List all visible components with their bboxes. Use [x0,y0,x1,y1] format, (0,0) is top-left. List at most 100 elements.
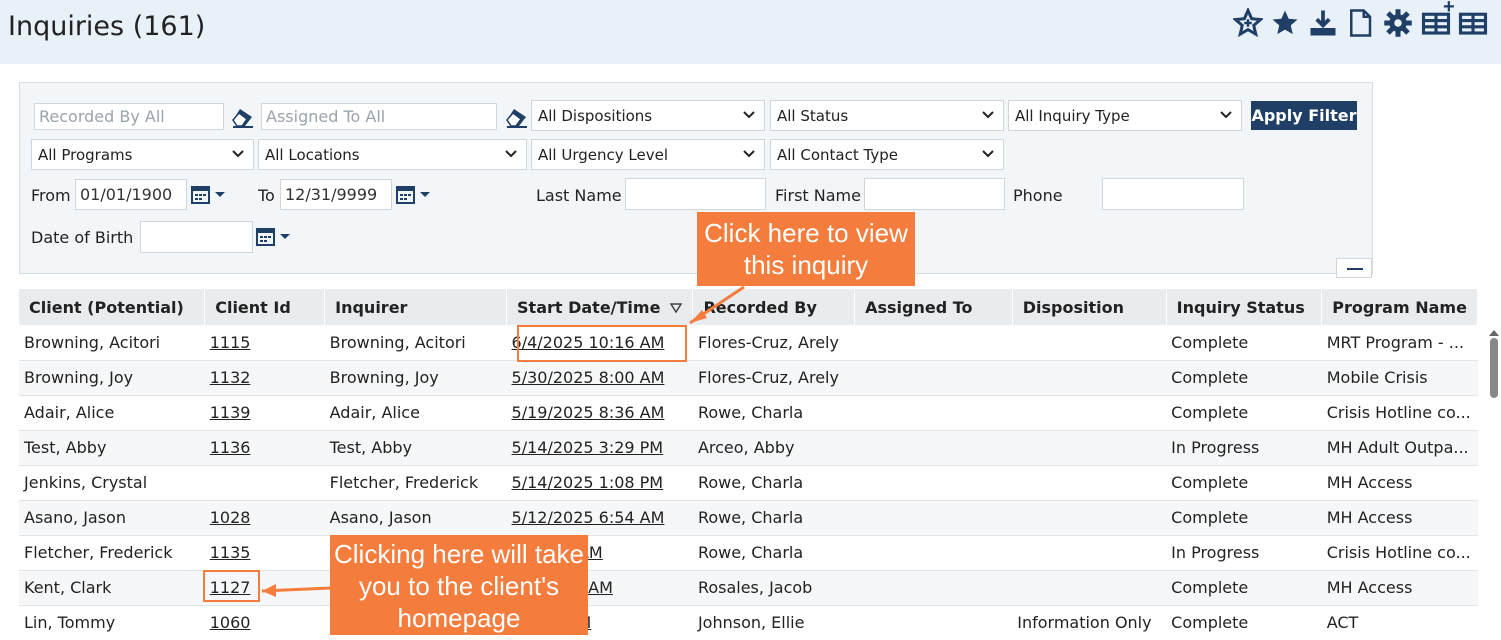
document-icon[interactable] [1345,8,1375,38]
scroll-up-arrow[interactable] [1489,330,1499,336]
table-cell [1012,500,1167,536]
table-cell: 5/12/2025 6:54 AM [506,500,693,536]
eraser-icon[interactable] [231,106,255,128]
programs-select[interactable]: All Programs [31,139,254,170]
assigned-to-input[interactable] [261,103,497,130]
table-cell: 1115 [204,325,325,361]
eraser-icon[interactable] [505,106,529,128]
table-cell [854,325,1013,361]
table-cell: Fletcher, Frederick [19,535,205,571]
table-cell [1012,465,1167,501]
start-date-link[interactable]: 5/12/2025 6:54 AM [512,508,665,527]
start-date-link[interactable]: 5/14/2025 1:08 PM [512,473,664,492]
contact-type-value: All Contact Type [777,146,898,164]
column-header-label: Start Date/Time [517,297,661,317]
table-cell: Kent, Clark [19,570,205,606]
vertical-scrollbar[interactable] [1490,338,1498,398]
contact-type-select[interactable]: All Contact Type [770,139,1004,170]
table-row[interactable]: Fletcher, Frederick113525 7:40 AMRowe, C… [19,535,1478,571]
download-icon[interactable] [1308,8,1338,38]
client-id-link[interactable]: 1136 [210,438,251,457]
callout-client-homepage: Clicking here will take you to the clien… [330,535,588,635]
client-id-link[interactable]: 1132 [210,368,251,387]
urgency-value: All Urgency Level [538,146,668,164]
client-id-link[interactable]: 1139 [210,403,251,422]
table-row[interactable]: Browning, Joy 1132 Browning, Joy 5/30/2025 … [19,360,1478,396]
table-cell [854,360,1013,396]
start-date-link[interactable]: 5/14/2025 3:29 PM [512,438,664,457]
table-cell: Flores-Cruz, Arely [692,360,855,396]
table-header-row: Client (Potential) Client Id Inquirer St… [19,289,1478,325]
column-header[interactable]: Inquirer [324,289,508,325]
table-cell: Lin, Tommy [19,605,205,640]
collapse-filter-button[interactable] [1336,258,1372,278]
start-date-link[interactable]: 5/30/2025 8:00 AM [512,368,665,387]
table-row[interactable]: Lin, Tommy10605 4:32 PMJohnson, EllieInf… [19,605,1478,640]
dob-input[interactable] [140,221,253,253]
table-cell: 5/14/2025 1:08 PM [506,465,693,501]
last-name-label: Last Name [536,186,622,205]
table-cell: In Progress [1166,535,1322,571]
dispositions-value: All Dispositions [538,107,653,125]
start-date-link[interactable]: 5/19/2025 8:36 AM [512,403,665,422]
table-row[interactable]: Adair, Alice 1139 Adair, Alice 5/19/2025 8:… [19,395,1478,431]
chevron-down-icon [743,111,755,119]
sort-desc-icon[interactable] [670,303,683,313]
column-header-start-date[interactable]: Start Date/Time [506,289,694,325]
phone-input[interactable] [1102,178,1244,210]
client-id-link[interactable]: 1028 [210,508,251,527]
table-cell [204,465,325,501]
column-header[interactable]: Recorded By [692,289,856,325]
from-label: From [31,186,71,205]
column-header[interactable]: Client (Potential) [19,289,206,325]
column-header[interactable]: Client Id [204,289,326,325]
table-cell: Jenkins, Crystal [19,465,205,501]
column-header[interactable]: Program Name [1321,289,1478,325]
favorite-star-icon[interactable] [1270,8,1300,38]
table-cell: 1028 [204,500,325,536]
add-favorite-icon[interactable] [1233,8,1263,38]
table-row[interactable]: Asano, Jason 1028 Asano, Jason 5/12/2025 6:… [19,500,1478,536]
locations-select[interactable]: All Locations [258,139,527,170]
table-cell: Asano, Jason [19,500,205,536]
table-cell: MH Access [1321,500,1478,536]
recorded-by-input[interactable] [34,103,224,130]
calendar-icon[interactable] [190,184,226,206]
inquiry-type-select[interactable]: All Inquiry Type [1008,100,1242,131]
column-header[interactable]: Disposition [1012,289,1167,325]
locations-value: All Locations [265,146,360,164]
add-grid-icon[interactable] [1458,8,1488,38]
calendar-icon[interactable] [395,184,431,206]
from-date-input[interactable] [75,179,187,210]
table-cell: Browning, Acitori [324,325,507,361]
client-id-link[interactable]: 1060 [210,613,251,632]
status-select[interactable]: All Status [770,100,1004,131]
urgency-select[interactable]: All Urgency Level [531,139,765,170]
dispositions-select[interactable]: All Dispositions [531,100,765,131]
last-name-input[interactable] [625,178,766,210]
callout-view-inquiry: Click here to view this inquiry [697,212,915,286]
table-cell: 1139 [204,395,325,431]
first-name-input[interactable] [864,178,1005,210]
to-date-input[interactable] [280,179,392,210]
table-cell [854,395,1013,431]
client-id-link[interactable]: 1115 [210,333,251,352]
table-cell: 1136 [204,430,325,466]
table-cell: Asano, Jason [324,500,507,536]
calendar-icon[interactable] [255,226,291,248]
apply-filter-button[interactable]: Apply Filter [1251,101,1357,130]
settings-gear-icon[interactable] [1383,8,1413,38]
inquiry-type-value: All Inquiry Type [1015,107,1130,125]
table-cell: In Progress [1166,430,1322,466]
table-cell: Crisis Hotline co... [1321,395,1478,431]
dob-label: Date of Birth [31,228,134,247]
highlight-box [203,570,260,602]
table-cell: MH Access [1321,465,1478,501]
client-id-link[interactable]: 1135 [210,543,251,562]
column-header[interactable]: Assigned To [854,289,1013,325]
table-cell: Fletcher, Frederick [324,465,507,501]
column-header[interactable]: Inquiry Status [1166,289,1323,325]
table-row[interactable]: Jenkins, Crystal Fletcher, Frederick 5/14/… [19,465,1478,501]
table-row[interactable]: Browning, Acitori 1115 Browning, Acitori 6/… [19,325,1478,361]
table-row[interactable]: Test, Abby 1136 Test, Abby 5/14/2025 3:29 P… [19,430,1478,466]
